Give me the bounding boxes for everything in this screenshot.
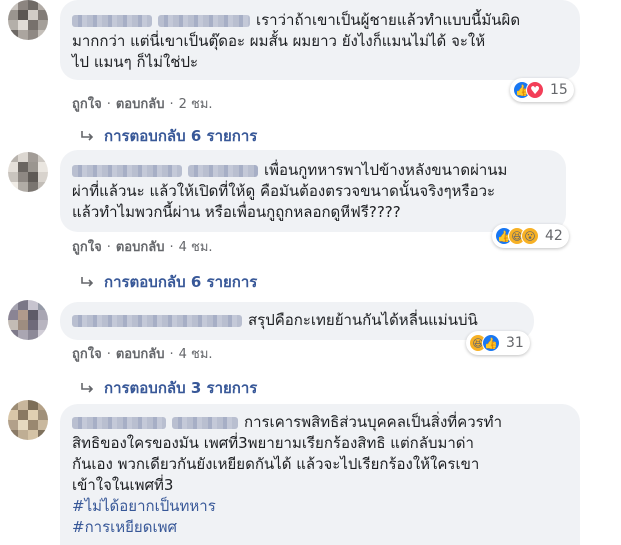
comment-text: การเคารพสิทธิส่วนบุคคลเป็นสิ่งที่ควรทำ	[244, 413, 502, 431]
comment-text: ผ่าที่แล้วนะ แล้วให้เปิดที่ให้ดู คือมันต…	[72, 182, 496, 200]
avatar[interactable]	[8, 300, 48, 340]
view-replies-link[interactable]: การตอบกลับ 6 รายการ	[80, 124, 257, 148]
like-button[interactable]: ถูกใจ	[72, 240, 102, 255]
comment-text: เราว่าถ้าเขาเป็นผู้ชายแล้วทำแบบนี้มันผิด	[256, 11, 521, 29]
reply-arrow-icon	[81, 383, 94, 393]
avatar[interactable]	[8, 152, 48, 192]
wow-icon: 😮	[521, 227, 539, 245]
comment-text: แล้วทำไมพวกนี้ผ่าน หรือเพื่อนกูถูกหลอกดู…	[72, 203, 401, 221]
comment-bubble: เพื่อนกูทหารพาไปข้างหลังขนาดผ่านม ผ่าที่…	[60, 150, 566, 232]
avatar[interactable]	[8, 0, 48, 40]
author-name[interactable]	[158, 14, 250, 27]
author-name[interactable]	[188, 164, 258, 177]
comment-text: กันเอง พวกเดียวกันยังเหยียดกันได้ แล้วจะ…	[72, 455, 480, 473]
reply-button[interactable]: ตอบกลับ	[116, 347, 165, 362]
view-replies-link[interactable]: การตอบกลับ 3 รายการ	[80, 376, 257, 400]
author-name[interactable]	[72, 164, 182, 177]
reaction-summary[interactable]: 👍 ♥ 15	[510, 78, 574, 102]
comment-text: ไป แมนๆ ก็ไม่ใช่ปะ	[72, 53, 199, 71]
like-button[interactable]: ถูกใจ	[72, 347, 102, 362]
comment-bubble: เราว่าถ้าเขาเป็นผู้ชายแล้วทำแบบนี้มันผิด…	[60, 0, 580, 80]
timestamp[interactable]: 2 ชม.	[179, 97, 213, 112]
comment-actions: ถูกใจ · ตอบกลับ · 4 ชม.	[72, 240, 213, 255]
comment-bubble: การเคารพสิทธิส่วนบุคคลเป็นสิ่งที่ควรทำ ส…	[60, 404, 580, 545]
reply-button[interactable]: ตอบกลับ	[116, 240, 165, 255]
author-name[interactable]	[72, 14, 152, 27]
comment-actions: ถูกใจ · ตอบกลับ · 4 ชม.	[72, 347, 213, 362]
avatar[interactable]	[8, 400, 48, 440]
view-replies-link[interactable]: การตอบกลับ 6 รายการ	[80, 270, 257, 294]
hashtag-link[interactable]: #การเหยียดเพศ	[72, 518, 177, 536]
like-button[interactable]: ถูกใจ	[72, 97, 102, 112]
comment-text: สิทธิของใครของมัน เพศที่3พยายามเรียกร้อง…	[72, 434, 474, 452]
author-name[interactable]	[72, 314, 242, 327]
reply-arrow-icon	[81, 277, 94, 287]
comment-text: มากกว่า แต่นี่เขาเป็นตุ๊ดอะ ผมสั้น ผมยาว…	[72, 32, 486, 50]
comment-actions: ถูกใจ · ตอบกลับ · 2 ชม.	[72, 97, 213, 112]
reaction-summary[interactable]: 😆 👍 31	[466, 331, 530, 355]
comment-text: สรุปคือกะเทยย้านกันได้หลี่นแม่นบ่นิ	[248, 311, 478, 329]
author-name[interactable]	[72, 416, 166, 429]
author-name[interactable]	[172, 416, 238, 429]
comment-text: เพื่อนกูทหารพาไปข้างหลังขนาดผ่านม	[264, 161, 508, 179]
love-icon: ♥	[526, 81, 544, 99]
reaction-summary[interactable]: 👍 😆 😮 42	[492, 224, 569, 248]
reply-button[interactable]: ตอบกลับ	[116, 97, 165, 112]
timestamp[interactable]: 4 ชม.	[179, 240, 213, 255]
timestamp[interactable]: 4 ชม.	[179, 347, 213, 362]
comment-bubble: สรุปคือกะเทยย้านกันได้หลี่นแม่นบ่นิ	[60, 302, 534, 340]
like-icon: 👍	[482, 334, 500, 352]
reply-arrow-icon	[81, 131, 94, 141]
comment-text: เข้าใจในเพศที่3	[72, 476, 174, 494]
hashtag-link[interactable]: #ไม่ได้อยากเป็นทหาร	[72, 497, 216, 515]
